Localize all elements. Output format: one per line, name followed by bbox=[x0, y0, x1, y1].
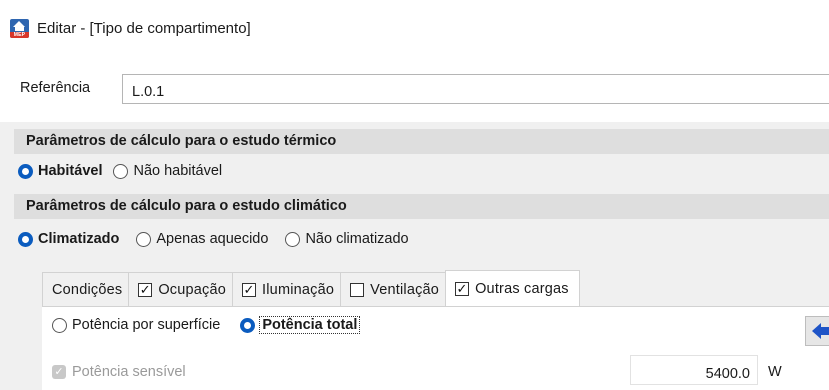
reference-input[interactable] bbox=[122, 74, 829, 104]
thermal-section-header: Parâmetros de cálculo para o estudo térm… bbox=[14, 129, 829, 154]
tab-ocupacao[interactable]: ✓ Ocupação bbox=[128, 272, 234, 306]
mep-app-icon: MEP bbox=[10, 19, 29, 38]
app-icon-badge: MEP bbox=[10, 32, 29, 38]
tab-ocupacao-label: Ocupação bbox=[158, 281, 227, 298]
thermal-radio-group: Habitável Não habitável bbox=[18, 163, 233, 179]
ventilacao-checkbox[interactable] bbox=[350, 282, 365, 297]
tab-condicoes-label: Condições bbox=[52, 281, 123, 298]
radio-unselected-icon bbox=[136, 231, 152, 247]
radio-unselected-icon bbox=[285, 231, 301, 247]
power-mode-radio-group: Potência por superfície Potência total bbox=[52, 316, 379, 334]
climatic-section-header: Parâmetros de cálculo para o estudo clim… bbox=[14, 194, 829, 219]
radio-potencia-por-superficie-label: Potência por superfície bbox=[72, 317, 221, 333]
radio-selected-icon bbox=[18, 231, 33, 247]
potencia-sensivel-checkbox: ✓ bbox=[52, 365, 66, 379]
tab-iluminacao-label: Iluminação bbox=[262, 281, 335, 298]
tab-ventilacao[interactable]: Ventilação bbox=[340, 272, 447, 306]
radio-habitavel-label: Habitável bbox=[38, 163, 103, 179]
radio-nao-climatizado[interactable]: Não climatizado bbox=[285, 231, 409, 247]
tab-outras-cargas[interactable]: ✓ Outras cargas bbox=[445, 270, 580, 306]
tab-outras-cargas-label: Outras cargas bbox=[475, 280, 569, 297]
radio-nao-habitavel-label: Não habitável bbox=[133, 163, 223, 179]
tab-ventilacao-label: Ventilação bbox=[370, 281, 440, 298]
radio-potencia-total-label: Potência total bbox=[259, 316, 361, 334]
radio-nao-climatizado-label: Não climatizado bbox=[305, 231, 409, 247]
radio-climatizado-label: Climatizado bbox=[38, 231, 120, 247]
radio-unselected-icon bbox=[52, 317, 67, 333]
radio-potencia-total[interactable]: Potência total bbox=[240, 316, 361, 334]
outras-cargas-checkbox[interactable]: ✓ bbox=[455, 281, 470, 296]
iluminacao-checkbox[interactable]: ✓ bbox=[242, 282, 257, 297]
radio-selected-icon bbox=[240, 317, 256, 333]
radio-selected-icon bbox=[18, 163, 33, 179]
radio-apenas-aquecido[interactable]: Apenas aquecido bbox=[136, 231, 268, 247]
potencia-sensivel-row: ✓ Potência sensível bbox=[52, 364, 186, 380]
tab-strip: Condições ✓ Ocupação ✓ Iluminação Ventil… bbox=[42, 270, 580, 306]
radio-climatizado[interactable]: Climatizado bbox=[18, 231, 119, 247]
tab-iluminacao[interactable]: ✓ Iluminação bbox=[232, 272, 342, 306]
ocupacao-checkbox[interactable]: ✓ bbox=[138, 282, 153, 297]
radio-unselected-icon bbox=[113, 163, 129, 179]
climatic-radio-group: Climatizado Apenas aquecido Não climatiz… bbox=[18, 231, 420, 247]
radio-potencia-por-superficie[interactable]: Potência por superfície bbox=[52, 317, 220, 333]
window-title: Editar - [Tipo de compartimento] bbox=[37, 20, 251, 37]
radio-apenas-aquecido-label: Apenas aquecido bbox=[156, 231, 269, 247]
potencia-sensivel-input[interactable] bbox=[630, 355, 758, 385]
title-bar: MEP Editar - [Tipo de compartimento] bbox=[0, 0, 829, 58]
radio-nao-habitavel[interactable]: Não habitável bbox=[113, 163, 222, 179]
radio-habitavel[interactable]: Habitável bbox=[18, 163, 102, 179]
reference-label: Referência bbox=[20, 80, 91, 96]
back-arrow-button[interactable] bbox=[805, 316, 829, 346]
potencia-sensivel-label: Potência sensível bbox=[72, 364, 186, 380]
tab-condicoes[interactable]: Condições bbox=[42, 272, 130, 306]
potencia-sensivel-unit: W bbox=[768, 364, 782, 380]
